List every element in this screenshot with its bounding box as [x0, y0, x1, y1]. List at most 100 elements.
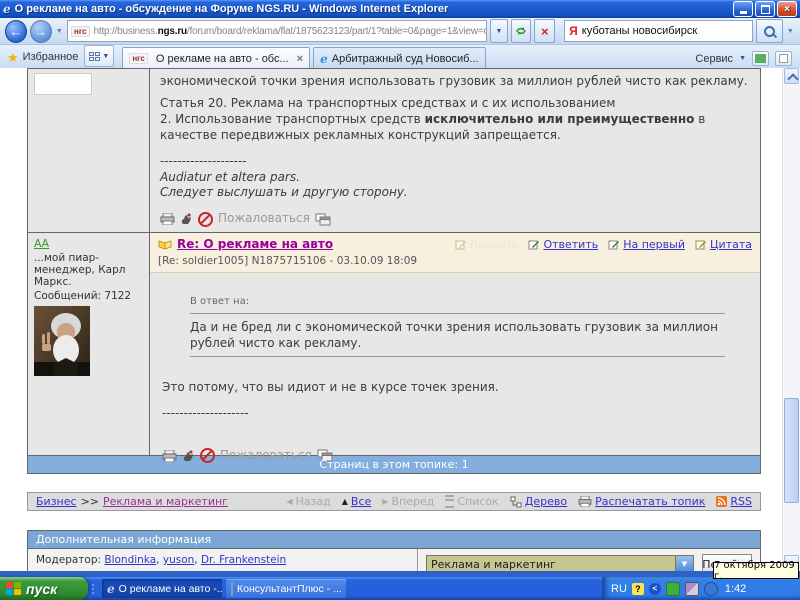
back-triangle-icon: ◀ [286, 497, 292, 506]
post2-user-column: АА ...мой пиар-менеджер, Карл Маркс. Соо… [28, 233, 150, 455]
vertical-scrollbar[interactable] [782, 68, 800, 571]
url-path: /forum/board/reklama/flat/1875623123/par… [187, 26, 488, 37]
windows-icon[interactable] [315, 213, 331, 226]
post-title-link[interactable]: Re: О рекламе на авто [177, 237, 333, 253]
report-link[interactable]: Пожаловаться [220, 448, 312, 464]
post2-message: Это потому, что вы идиот и не в курсе то… [162, 380, 748, 396]
print-post-icon[interactable] [160, 213, 175, 225]
hand-icon[interactable] [182, 450, 195, 462]
moderator-link[interactable]: yuson [163, 554, 194, 566]
page-icon[interactable] [775, 51, 792, 66]
up-triangle-icon: ▲ [342, 497, 348, 506]
quick-tabs-button[interactable]: ▼ [84, 45, 114, 67]
scroll-up-button[interactable] [784, 68, 799, 84]
user-profile-link[interactable]: АА [34, 237, 49, 250]
post1-signature-2: Следует выслушать и другую сторону. [160, 185, 750, 201]
network-tray-icon[interactable] [685, 582, 699, 596]
service-area: Сервис ▼ [695, 51, 792, 66]
punto-help-icon[interactable]: ? [632, 583, 644, 595]
restore-button[interactable] [755, 1, 775, 17]
messenger-tray-icon[interactable] [666, 582, 680, 596]
nav-forward: ▶ Вперед [382, 495, 434, 508]
address-dropdown-button[interactable]: ▼ [490, 19, 507, 43]
search-input[interactable]: Я куботаны новосибирск [564, 20, 753, 42]
breadcrumb-section-link[interactable]: Бизнес [36, 495, 77, 508]
stop-button[interactable]: × [534, 19, 555, 43]
topic-book-icon [158, 239, 172, 250]
punto-switcher-icon[interactable]: < [649, 583, 661, 595]
hand-icon[interactable] [180, 213, 193, 225]
task-label: КонсультантПлюс - ... [237, 583, 342, 595]
post1-action-icons: Пожаловаться [160, 211, 750, 227]
breadcrumb-category-link[interactable]: Реклама и маркетинг [103, 495, 228, 508]
quote-icon [695, 239, 707, 250]
tab-favicon: нгс [129, 53, 148, 64]
ie-icon: e [320, 53, 328, 65]
service-menu[interactable]: Сервис [695, 53, 733, 65]
taskbar-task-ie[interactable]: e О рекламе на авто -... [102, 579, 222, 598]
post2-body: Re: О рекламе на авто Править [150, 233, 760, 455]
refresh-button[interactable] [511, 19, 532, 43]
back-button[interactable]: ← [5, 20, 27, 43]
nav-rss[interactable]: RSS [716, 495, 752, 508]
address-bar: ← → ▼ нгс http://business.ngs.ru/forum/b… [0, 18, 800, 45]
consultant-icon [231, 582, 233, 596]
report-link[interactable]: Пожаловаться [218, 211, 310, 227]
moderator-link[interactable]: Dr. Frankenstein [201, 554, 286, 566]
first-post-icon [608, 239, 620, 250]
start-button[interactable]: пуск [0, 577, 88, 600]
tab-background[interactable]: e Арбитражный суд Новосиб... [313, 47, 485, 69]
favorites-button[interactable]: ★ Избранное [7, 47, 78, 67]
nav-print-topic[interactable]: Распечатать топик [578, 495, 705, 508]
history-dropdown-icon[interactable]: ▼ [55, 28, 64, 35]
search-go-button[interactable] [756, 19, 782, 43]
user-avatar [34, 306, 90, 376]
quote-action[interactable]: Цитата [695, 238, 752, 253]
language-indicator[interactable]: RU [611, 583, 627, 595]
window-buttons: × [733, 1, 797, 17]
taskbar-separator [88, 577, 98, 600]
nav-tree[interactable]: Дерево [510, 495, 567, 508]
moderator-link[interactable]: Blondinka [104, 554, 156, 566]
edit-action: Править [455, 238, 519, 253]
taskbar-task-consultant[interactable]: КонсультантПлюс - ... [226, 579, 346, 598]
star-icon: ★ [7, 51, 19, 64]
post1-body: экономической точки зрения использовать … [150, 69, 760, 232]
forward-button[interactable]: → [30, 20, 52, 43]
scrollbar-thumb[interactable] [784, 398, 799, 503]
forum-thread-table: экономической точки зрения использовать … [27, 68, 761, 474]
tab-current[interactable]: нгс О рекламе на авто - обс... × [122, 47, 310, 69]
print-post-icon[interactable] [162, 450, 177, 462]
post1-user-column [28, 69, 150, 232]
post-actions: Править Ответить [455, 238, 752, 253]
minimize-button[interactable] [733, 1, 753, 17]
go-first-action[interactable]: На первый [608, 238, 685, 253]
edit-icon [455, 239, 467, 250]
titlebar: e О рекламе на авто - обсуждение на Фору… [0, 0, 800, 18]
select-dropdown-icon[interactable]: ▼ [675, 556, 693, 573]
search-options-dropdown-icon[interactable]: ▼ [786, 28, 795, 35]
address-input[interactable]: нгс http://business.ngs.ru/forum/board/r… [67, 20, 487, 42]
close-button[interactable]: × [777, 1, 797, 17]
tab-label: Арбитражный суд Новосиб... [332, 53, 479, 65]
start-label: пуск [26, 581, 57, 597]
rss-icon [716, 496, 727, 507]
minimize-icon [740, 11, 747, 14]
windows-logo-icon [6, 582, 21, 596]
reply-action[interactable]: Ответить [528, 238, 598, 253]
tab-close-icon[interactable]: × [297, 53, 303, 65]
clock[interactable]: 1:42 [725, 583, 746, 595]
url-domain: ngs.ru [158, 26, 187, 37]
restore-layout-icon[interactable] [752, 51, 769, 66]
taskbar: пуск e О рекламе на авто -... Консультан… [0, 577, 800, 600]
report-icon[interactable] [200, 448, 215, 463]
service-dropdown-icon: ▼ [739, 55, 746, 62]
post1-separator: -------------------- [160, 154, 750, 170]
update-tray-icon[interactable] [704, 582, 718, 596]
tab-label: О рекламе на авто - обс... [156, 53, 289, 65]
tabs-bar: ★ Избранное ▼ нгс О рекламе на авто - об… [0, 45, 800, 69]
report-icon[interactable] [198, 212, 213, 227]
post-meta: [Re: soldier1005] N1875715106 - 03.10.09… [158, 255, 752, 269]
nav-all[interactable]: ▲ Все [342, 495, 372, 508]
screen: e О рекламе на авто - обсуждение на Фору… [0, 0, 800, 600]
